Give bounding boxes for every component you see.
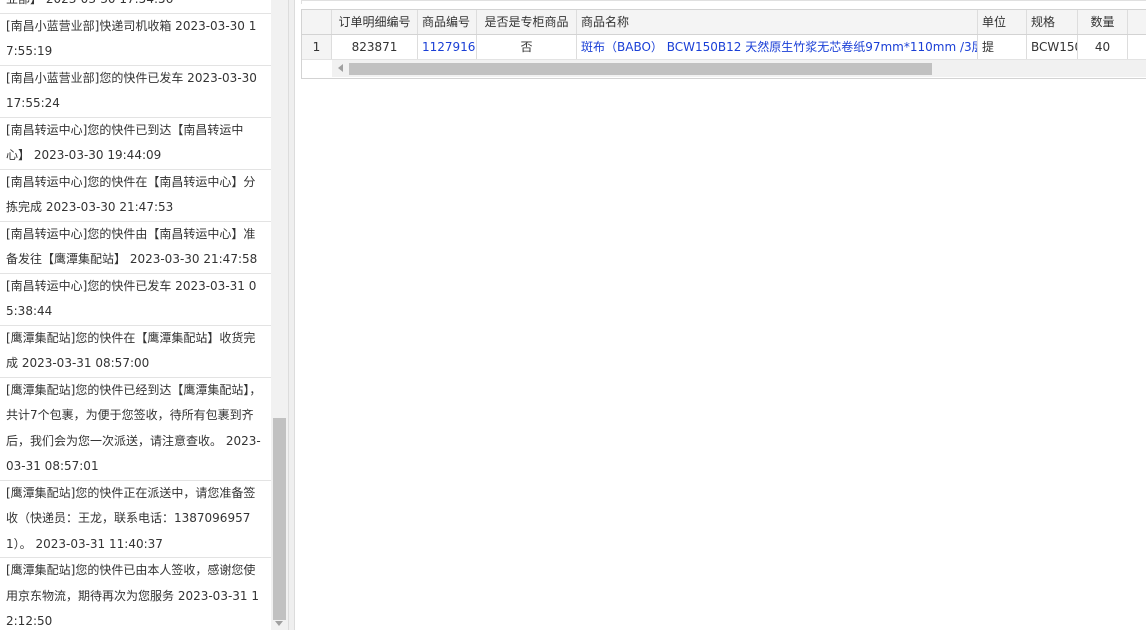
scroll-down-arrow-icon[interactable] xyxy=(275,621,283,626)
order-items-grid: 订单明细编号 商品编号 是否是专柜商品 商品名称 单位 规格 数量 1 8238… xyxy=(301,9,1146,79)
horizontal-scrollbar-thumb[interactable] xyxy=(349,63,932,75)
cell-unit: 提 xyxy=(978,35,1027,59)
column-header-item-name[interactable]: 商品名称 xyxy=(577,10,978,34)
cell-item-name-link[interactable]: 斑布（BABO） BCW150B12 天然原生竹浆无芯卷纸97mm*110mm … xyxy=(577,35,978,59)
cell-qty: 40 xyxy=(1078,35,1128,59)
tracking-entry: [鹰潭集配站]您的快件已由本人签收，感谢您使用京东物流，期待再次为您服务 202… xyxy=(0,558,271,630)
tracking-entry: [南昌转运中心]您的快件由【南昌转运中心】准备发往【鹰潭集配站】 2023-03… xyxy=(0,222,271,274)
cell-detail-no: 823871 xyxy=(332,35,418,59)
tracking-entry: [南昌转运中心]您的快件已发车 2023-03-31 05:38:44 xyxy=(0,274,271,326)
order-detail-panel: 订单明细编号 商品编号 是否是专柜商品 商品名称 单位 规格 数量 1 8238… xyxy=(301,0,1146,630)
row-number-header xyxy=(302,10,332,34)
tracking-entry: [南昌转运中心]您的快件在【南昌转运中心】分拣完成 2023-03-30 21:… xyxy=(0,170,271,222)
tracking-entry: [鹰潭集配站]您的快件正在派送中，请您准备签收（快递员：王龙，联系电话：1387… xyxy=(0,481,271,558)
tracking-entry: [南昌小蓝营业部]快递司机收箱 2023-03-30 17:55:19 xyxy=(0,14,271,66)
cell-item-code-link[interactable]: 1127916 xyxy=(418,35,477,59)
tracking-entry: [鹰潭集配站]您的快件已经到达【鹰潭集配站】，共计7个包裹，为便于您签收，待所有… xyxy=(0,378,271,481)
panel-splitter[interactable] xyxy=(288,0,295,630)
tracking-entry: [鹰潭集配站]您的快件在【鹰潭集配站】收货完成 2023-03-31 08:57… xyxy=(0,326,271,378)
horizontal-scrollbar[interactable] xyxy=(332,60,1146,77)
column-header-spec[interactable]: 规格 xyxy=(1027,10,1078,34)
tab-strip-edge xyxy=(301,0,1146,4)
tracking-entry: 业部】 2023-03-30 17:54:56 xyxy=(0,0,271,14)
row-number: 1 xyxy=(302,35,332,59)
tracking-panel: 业部】 2023-03-30 17:54:56 [南昌小蓝营业部]快递司机收箱 … xyxy=(0,0,288,630)
table-row[interactable]: 1 823871 1127916 否 斑布（BABO） BCW150B12 天然… xyxy=(302,35,1146,60)
tracking-entry: [南昌小蓝营业部]您的快件已发车 2023-03-30 17:55:24 xyxy=(0,66,271,118)
column-header-is-counter[interactable]: 是否是专柜商品 xyxy=(477,10,577,34)
vertical-scrollbar[interactable] xyxy=(271,0,288,630)
tracking-entry: [南昌转运中心]您的快件已到达【南昌转运中心】 2023-03-30 19:44… xyxy=(0,118,271,170)
cell-is-counter: 否 xyxy=(477,35,577,59)
column-header-unit[interactable]: 单位 xyxy=(978,10,1027,34)
scroll-left-arrow-icon[interactable] xyxy=(338,64,343,72)
vertical-scrollbar-thumb[interactable] xyxy=(273,418,286,620)
column-header-qty[interactable]: 数量 xyxy=(1078,10,1128,34)
column-header-detail-no[interactable]: 订单明细编号 xyxy=(332,10,418,34)
grid-header-row: 订单明细编号 商品编号 是否是专柜商品 商品名称 单位 规格 数量 xyxy=(302,10,1146,35)
column-header-overflow xyxy=(1128,10,1146,34)
tracking-list: 业部】 2023-03-30 17:54:56 [南昌小蓝营业部]快递司机收箱 … xyxy=(0,0,271,630)
column-header-item-code[interactable]: 商品编号 xyxy=(418,10,477,34)
cell-spec: BCW150 xyxy=(1027,35,1078,59)
cell-overflow xyxy=(1128,35,1146,59)
